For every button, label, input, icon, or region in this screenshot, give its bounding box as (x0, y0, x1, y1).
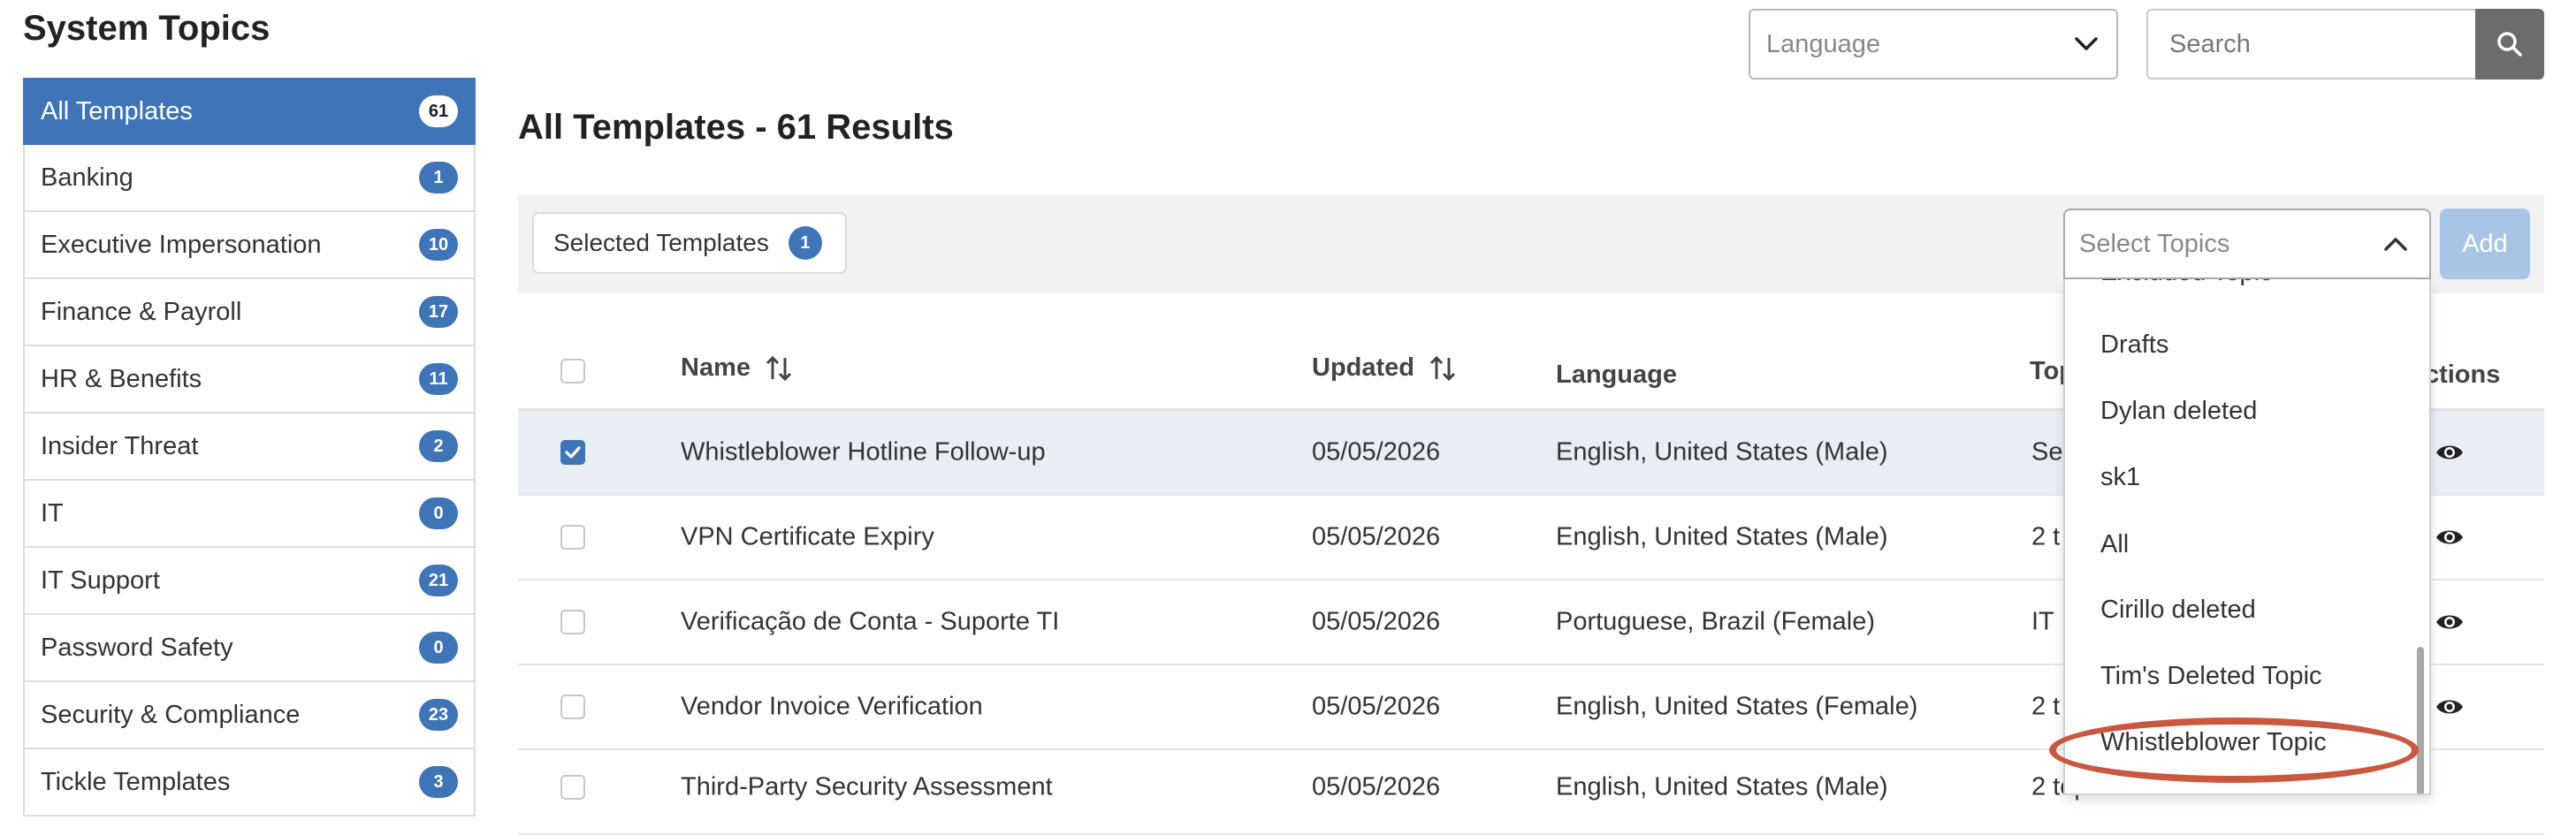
chevron-down-icon (2075, 37, 2098, 50)
language-select[interactable]: Language (1749, 9, 2118, 80)
chevron-up-icon (2384, 238, 2407, 251)
row-language: English, United States (Male) (1556, 437, 1888, 467)
count-badge: 23 (419, 699, 458, 731)
row-topics: 2 t (2031, 692, 2061, 721)
selected-count-badge: 1 (788, 226, 822, 260)
count-badge: 21 (419, 565, 458, 596)
row-name[interactable]: Whistleblower Hotline Follow-up (681, 438, 1046, 467)
row-topics: 2 t (2031, 522, 2061, 551)
sidebar-item-label: Security & Compliance (41, 700, 301, 729)
count-badge: 11 (419, 363, 458, 395)
sort-icon (1429, 355, 1456, 381)
sidebar-item-label: Executive Impersonation (41, 230, 322, 259)
sidebar-item-finance-payroll[interactable]: Finance & Payroll 17 (23, 279, 476, 346)
row-topics: IT (2031, 607, 2054, 636)
sidebar-item-it[interactable]: IT 0 (23, 481, 476, 548)
column-header-updated-label: Updated (1312, 353, 1414, 382)
sort-icon (766, 355, 792, 381)
count-badge: 3 (419, 766, 458, 798)
row-language: English, United States (Male) (1556, 522, 1888, 551)
column-header-updated[interactable]: Updated (1312, 353, 1457, 383)
count-badge: 10 (419, 229, 458, 261)
sidebar-item-executive-impersonation[interactable]: Executive Impersonation 10 (23, 212, 476, 279)
dropdown-option[interactable]: Tim's Deleted Topic (2100, 662, 2322, 691)
column-header-name-label: Name (681, 353, 751, 382)
dropdown-option[interactable]: All (2100, 530, 2129, 559)
dropdown-scrollbar[interactable] (2417, 647, 2424, 793)
row-name[interactable]: Third-Party Security Assessment (681, 773, 1053, 802)
row-updated: 05/05/2026 (1312, 692, 1441, 721)
checkmark-icon (565, 446, 581, 459)
row-checkbox[interactable] (560, 525, 585, 550)
row-name[interactable]: VPN Certificate Expiry (681, 523, 934, 552)
row-name[interactable]: Vendor Invoice Verification (681, 693, 983, 722)
column-header-name[interactable]: Name (681, 353, 793, 383)
count-badge: 61 (419, 95, 458, 127)
count-badge: 1 (419, 162, 458, 194)
eye-icon[interactable] (2435, 527, 2465, 548)
count-badge: 17 (419, 296, 458, 328)
language-select-value: Language (1766, 29, 1881, 58)
results-title: All Templates - 61 Results (518, 108, 954, 147)
row-checkbox[interactable] (560, 440, 585, 465)
row-updated: 05/05/2026 (1312, 607, 1441, 636)
selected-templates-button[interactable]: Selected Templates 1 (532, 212, 847, 274)
count-badge: 2 (419, 430, 458, 462)
sidebar-item-label: HR & Benefits (41, 364, 202, 393)
row-updated: 05/05/2026 (1312, 437, 1441, 467)
row-checkbox[interactable] (560, 610, 585, 634)
sidebar-item-banking[interactable]: Banking 1 (23, 145, 476, 212)
eye-icon[interactable] (2435, 611, 2465, 633)
eye-icon[interactable] (2435, 696, 2465, 717)
search-button[interactable] (2475, 9, 2544, 80)
search-input[interactable] (2146, 9, 2475, 80)
add-button[interactable]: Add (2440, 209, 2530, 279)
select-all-checkbox[interactable] (560, 359, 585, 383)
row-topics: Se (2031, 437, 2063, 467)
sidebar-item-all-templates[interactable]: All Templates 61 (23, 78, 476, 145)
dropdown-option[interactable]: sk1 (2100, 463, 2140, 492)
page-title: System Topics (23, 9, 271, 48)
sidebar-item-label: IT Support (41, 566, 160, 595)
sidebar-item-password-safety[interactable]: Password Safety 0 (23, 615, 476, 682)
select-topics-placeholder: Select Topics (2079, 229, 2230, 258)
count-badge: 0 (419, 497, 458, 529)
sidebar-item-label: IT (41, 498, 64, 528)
row-checkbox[interactable] (560, 695, 585, 719)
dropdown-option[interactable]: Drafts (2100, 330, 2168, 360)
highlight-annotation (2049, 717, 2419, 783)
count-badge: 0 (419, 632, 458, 664)
dropdown-option[interactable]: Dylan deleted (2100, 397, 2257, 426)
sidebar-item-security-compliance[interactable]: Security & Compliance 23 (23, 682, 476, 749)
row-language: English, United States (Female) (1556, 692, 1918, 721)
sidebar-item-label: Banking (41, 163, 133, 192)
sidebar-item-insider-threat[interactable]: Insider Threat 2 (23, 414, 476, 481)
selected-templates-label: Selected Templates (553, 229, 769, 256)
sidebar-item-label: All Templates (41, 96, 193, 125)
row-name[interactable]: Verificação de Conta - Suporte TI (681, 608, 1059, 637)
sidebar-item-it-support[interactable]: IT Support 21 (23, 548, 476, 615)
sidebar-item-tickle-templates[interactable]: Tickle Templates 3 (23, 749, 476, 816)
row-updated: 05/05/2026 (1312, 772, 1441, 801)
sidebar-item-label: Password Safety (41, 633, 233, 662)
sidebar-item-label: Insider Threat (41, 431, 199, 460)
column-header-language: Language (1556, 361, 1677, 389)
row-checkbox[interactable] (560, 775, 585, 800)
dropdown-option[interactable]: Cirillo deleted (2100, 596, 2256, 625)
row-language: Portuguese, Brazil (Female) (1556, 607, 1876, 636)
dropdown-option[interactable]: Excluded Topic (2100, 279, 2273, 287)
select-topics-dropdown[interactable]: Select Topics (2063, 209, 2431, 279)
search-icon (2497, 32, 2522, 57)
eye-icon[interactable] (2435, 442, 2465, 463)
sidebar-item-label: Finance & Payroll (41, 297, 242, 326)
row-updated: 05/05/2026 (1312, 522, 1441, 551)
sidebar-item-hr-benefits[interactable]: HR & Benefits 11 (23, 346, 476, 414)
sidebar-item-label: Tickle Templates (41, 767, 231, 796)
row-language: English, United States (Male) (1556, 772, 1888, 801)
sidebar: All Templates 61 Banking 1 Executive Imp… (23, 78, 476, 816)
